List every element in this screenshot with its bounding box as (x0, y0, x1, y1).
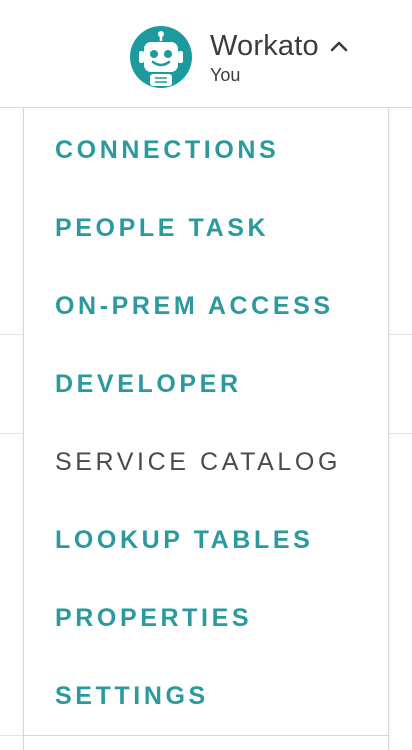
account-name: Workato (210, 30, 319, 62)
account-name-row: Workato (210, 30, 349, 62)
background-divider (389, 433, 412, 434)
menu-item-lookup-tables[interactable]: LOOKUP TABLES (24, 501, 388, 579)
top-bar: Workato You (0, 0, 412, 108)
background-divider (0, 334, 23, 335)
robot-icon (130, 26, 192, 88)
menu-item-developer[interactable]: DEVELOPER (24, 345, 388, 423)
menu-item-label: PEOPLE TASK (55, 213, 270, 242)
menu-item-label: ON-PREM ACCESS (55, 291, 334, 320)
account-role: You (210, 65, 241, 85)
menu-list: CONNECTIONS PEOPLE TASK ON-PREM ACCESS D… (24, 111, 388, 735)
menu-item-label: SERVICE CATALOG (55, 447, 342, 476)
background-divider (0, 735, 23, 736)
account-dropdown-menu: CONNECTIONS PEOPLE TASK ON-PREM ACCESS D… (23, 108, 389, 750)
chevron-up-icon (329, 36, 349, 56)
background-divider (389, 334, 412, 335)
menu-item-label: PROPERTIES (55, 603, 253, 632)
menu-item-properties[interactable]: PROPERTIES (24, 579, 388, 657)
background-divider (0, 433, 23, 434)
menu-divider (24, 735, 388, 736)
menu-item-connections[interactable]: CONNECTIONS (24, 111, 388, 189)
menu-item-label: DEVELOPER (55, 369, 242, 398)
menu-item-settings[interactable]: SETTINGS (24, 657, 388, 735)
page: Workato You CONNECTIONS PEOPLE TASK ON-P… (0, 0, 412, 750)
menu-item-on-prem-access[interactable]: ON-PREM ACCESS (24, 267, 388, 345)
menu-item-people-task[interactable]: PEOPLE TASK (24, 189, 388, 267)
menu-item-label: SETTINGS (55, 681, 209, 710)
account-info: Workato You (210, 30, 349, 86)
menu-item-service-catalog[interactable]: SERVICE CATALOG (24, 423, 388, 501)
menu-item-label: CONNECTIONS (55, 135, 280, 164)
account-menu-toggle[interactable]: Workato You (130, 26, 349, 90)
menu-item-label: LOOKUP TABLES (55, 525, 314, 554)
